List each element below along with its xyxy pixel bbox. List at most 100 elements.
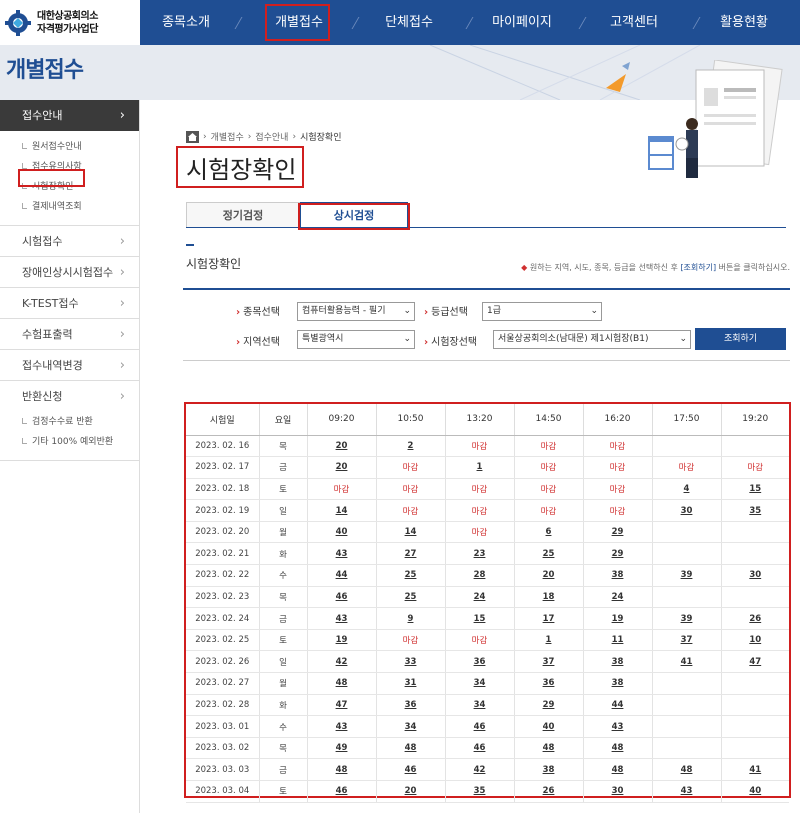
available-seats-link[interactable]: 29 <box>583 521 653 544</box>
available-seats-link[interactable]: 44 <box>583 694 653 717</box>
available-seats-link[interactable]: 38 <box>514 758 584 781</box>
available-seats-link[interactable]: 46 <box>445 737 515 760</box>
available-seats-link[interactable]: 47 <box>721 650 789 674</box>
breadcrumb-item[interactable]: 접수안내 <box>255 130 288 143</box>
available-seats-link[interactable]: 43 <box>583 715 653 738</box>
available-seats-link[interactable]: 43 <box>307 542 377 566</box>
available-seats-link[interactable]: 46 <box>376 758 446 781</box>
sidebar-item-disabled-registration[interactable]: 장애인상시시험접수 › <box>0 257 139 288</box>
available-seats-link[interactable]: 41 <box>652 650 722 674</box>
available-seats-link[interactable]: 34 <box>445 694 515 717</box>
available-seats-link[interactable]: 17 <box>514 607 584 630</box>
available-seats-link[interactable]: 6 <box>514 521 584 544</box>
available-seats-link[interactable]: 15 <box>445 607 515 630</box>
available-seats-link[interactable]: 48 <box>652 758 722 781</box>
sidebar-sub-application-guide[interactable]: 원서접수안내 <box>0 137 139 157</box>
available-seats-link[interactable]: 35 <box>721 499 789 522</box>
available-seats-link[interactable]: 24 <box>583 586 653 609</box>
available-seats-link[interactable]: 42 <box>307 650 377 674</box>
available-seats-link[interactable]: 39 <box>652 607 722 630</box>
available-seats-link[interactable]: 48 <box>583 737 653 760</box>
available-seats-link[interactable]: 36 <box>445 650 515 674</box>
search-button[interactable]: 조회하기 <box>695 328 786 350</box>
available-seats-link[interactable]: 30 <box>583 780 653 803</box>
available-seats-link[interactable]: 47 <box>307 694 377 717</box>
available-seats-link[interactable]: 40 <box>307 521 377 544</box>
available-seats-link[interactable]: 37 <box>514 650 584 674</box>
available-seats-link[interactable]: 36 <box>514 672 584 695</box>
sidebar-item-ktest[interactable]: K-TEST접수 › <box>0 288 139 319</box>
available-seats-link[interactable]: 29 <box>583 542 653 566</box>
available-seats-link[interactable]: 43 <box>307 607 377 630</box>
available-seats-link[interactable]: 44 <box>307 564 377 587</box>
home-icon[interactable] <box>186 130 199 143</box>
sidebar-item-registration-guide[interactable]: 접수안내 › <box>0 100 139 131</box>
available-seats-link[interactable]: 48 <box>514 737 584 760</box>
available-seats-link[interactable]: 26 <box>721 607 789 630</box>
available-seats-link[interactable]: 20 <box>307 456 377 479</box>
available-seats-link[interactable]: 29 <box>514 694 584 717</box>
tab-regular-exam[interactable]: 정기검정 <box>186 202 300 228</box>
available-seats-link[interactable]: 30 <box>721 564 789 587</box>
available-seats-link[interactable]: 10 <box>721 629 789 652</box>
available-seats-link[interactable]: 48 <box>307 672 377 695</box>
available-seats-link[interactable]: 48 <box>376 737 446 760</box>
available-seats-link[interactable]: 39 <box>652 564 722 587</box>
sidebar-item-refund[interactable]: 반환신청 › <box>0 381 139 412</box>
available-seats-link[interactable]: 1 <box>445 456 515 479</box>
available-seats-link[interactable]: 2 <box>376 435 446 458</box>
available-seats-link[interactable]: 40 <box>721 780 789 803</box>
available-seats-link[interactable]: 20 <box>376 780 446 803</box>
available-seats-link[interactable]: 11 <box>583 629 653 652</box>
available-seats-link[interactable]: 9 <box>376 607 446 630</box>
available-seats-link[interactable]: 43 <box>652 780 722 803</box>
available-seats-link[interactable]: 34 <box>445 672 515 695</box>
available-seats-link[interactable]: 25 <box>376 564 446 587</box>
breadcrumb-item[interactable]: 개별접수 <box>211 130 244 143</box>
available-seats-link[interactable]: 27 <box>376 542 446 566</box>
available-seats-link[interactable]: 37 <box>652 629 722 652</box>
available-seats-link[interactable]: 46 <box>445 715 515 738</box>
available-seats-link[interactable]: 38 <box>583 564 653 587</box>
available-seats-link[interactable]: 38 <box>583 650 653 674</box>
available-seats-link[interactable]: 40 <box>514 715 584 738</box>
available-seats-link[interactable]: 33 <box>376 650 446 674</box>
available-seats-link[interactable]: 49 <box>307 737 377 760</box>
available-seats-link[interactable]: 15 <box>721 478 789 501</box>
nav-item-group-registration[interactable]: 단체접수 <box>380 0 438 45</box>
available-seats-link[interactable]: 36 <box>376 694 446 717</box>
available-seats-link[interactable]: 46 <box>307 586 377 609</box>
nav-item-usage-status[interactable]: 활용현황 <box>712 0 776 45</box>
sidebar-item-exam-registration[interactable]: 시험접수 › <box>0 226 139 257</box>
available-seats-link[interactable]: 4 <box>652 478 722 501</box>
site-select[interactable]: 서울상공회의소(남대문) 제1시험장(B1) ⌄ <box>493 330 691 349</box>
available-seats-link[interactable]: 35 <box>445 780 515 803</box>
region-select[interactable]: 특별광역시 ⌄ <box>297 330 415 349</box>
available-seats-link[interactable]: 34 <box>376 715 446 738</box>
available-seats-link[interactable]: 25 <box>514 542 584 566</box>
available-seats-link[interactable]: 20 <box>307 435 377 458</box>
nav-item-subject-intro[interactable]: 종목소개 <box>156 0 216 45</box>
available-seats-link[interactable]: 23 <box>445 542 515 566</box>
grade-select[interactable]: 1급 ⌄ <box>482 302 602 321</box>
available-seats-link[interactable]: 26 <box>514 780 584 803</box>
available-seats-link[interactable]: 41 <box>721 758 789 781</box>
available-seats-link[interactable]: 25 <box>376 586 446 609</box>
available-seats-link[interactable]: 46 <box>307 780 377 803</box>
available-seats-link[interactable]: 43 <box>307 715 377 738</box>
sidebar-sub-payment-history[interactable]: 결제내역조회 <box>0 197 139 217</box>
available-seats-link[interactable]: 24 <box>445 586 515 609</box>
available-seats-link[interactable]: 14 <box>307 499 377 522</box>
logo[interactable]: 대한상공회의소 자격평가사업단 <box>0 0 140 45</box>
available-seats-link[interactable]: 20 <box>514 564 584 587</box>
available-seats-link[interactable]: 19 <box>307 629 377 652</box>
sidebar-sub-exception-refund[interactable]: 기타 100% 예외반환 <box>0 432 139 452</box>
available-seats-link[interactable]: 48 <box>307 758 377 781</box>
available-seats-link[interactable]: 14 <box>376 521 446 544</box>
available-seats-link[interactable]: 18 <box>514 586 584 609</box>
available-seats-link[interactable]: 1 <box>514 629 584 652</box>
sidebar-sub-fee-refund[interactable]: 검정수수료 반환 <box>0 412 139 432</box>
available-seats-link[interactable]: 38 <box>583 672 653 695</box>
subject-select[interactable]: 컴퓨터활용능력 - 필기 ⌄ <box>297 302 415 321</box>
available-seats-link[interactable]: 42 <box>445 758 515 781</box>
